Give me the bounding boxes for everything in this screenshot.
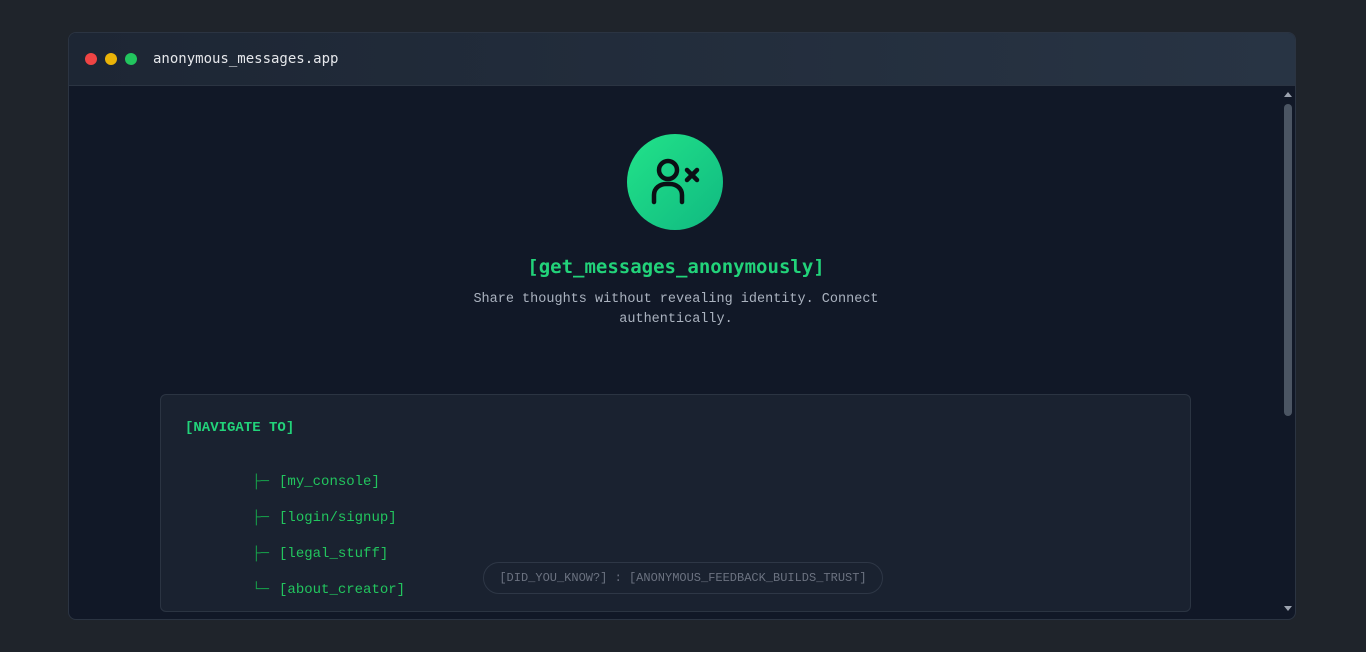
nav-link-about-creator[interactable]: [about_creator]	[279, 582, 405, 598]
tree-branch-glyph: ├─	[252, 546, 270, 562]
navigation-heading: [NAVIGATE TO]	[185, 420, 295, 436]
scroll-up-arrow-icon[interactable]	[1284, 92, 1292, 97]
window-title: anonymous_messages.app	[153, 51, 339, 67]
nav-link-my-console[interactable]: [my_console]	[279, 474, 380, 490]
did-you-know-tip: [DID_YOU_KNOW?] : [ANONYMOUS_FEEDBACK_BU…	[483, 562, 883, 594]
maximize-window-button[interactable]	[125, 53, 137, 65]
nav-link-legal-stuff[interactable]: [legal_stuff]	[279, 546, 388, 562]
user-x-icon	[627, 134, 723, 230]
scrollbar-thumb[interactable]	[1284, 104, 1292, 416]
tree-branch-glyph: └─	[252, 582, 270, 598]
minimize-window-button[interactable]	[105, 53, 117, 65]
tree-branch-glyph: ├─	[252, 510, 270, 526]
tree-branch-glyph: ├─	[252, 474, 270, 490]
close-window-button[interactable]	[85, 53, 97, 65]
nav-item-about-creator[interactable]: └─ [about_creator]	[185, 566, 405, 614]
page-subtitle: Share thoughts without revealing identit…	[473, 292, 879, 327]
scroll-down-arrow-icon[interactable]	[1284, 606, 1292, 611]
page-title: [get_messages_anonymously]	[527, 256, 825, 278]
vertical-scrollbar[interactable]	[1281, 86, 1295, 619]
app-window: anonymous_messages.app [get_messages_ano…	[68, 32, 1296, 620]
title-bar: anonymous_messages.app	[69, 33, 1295, 86]
nav-link-login-signup[interactable]: [login/signup]	[279, 510, 397, 526]
main-content: [get_messages_anonymously] Share thought…	[69, 86, 1283, 619]
